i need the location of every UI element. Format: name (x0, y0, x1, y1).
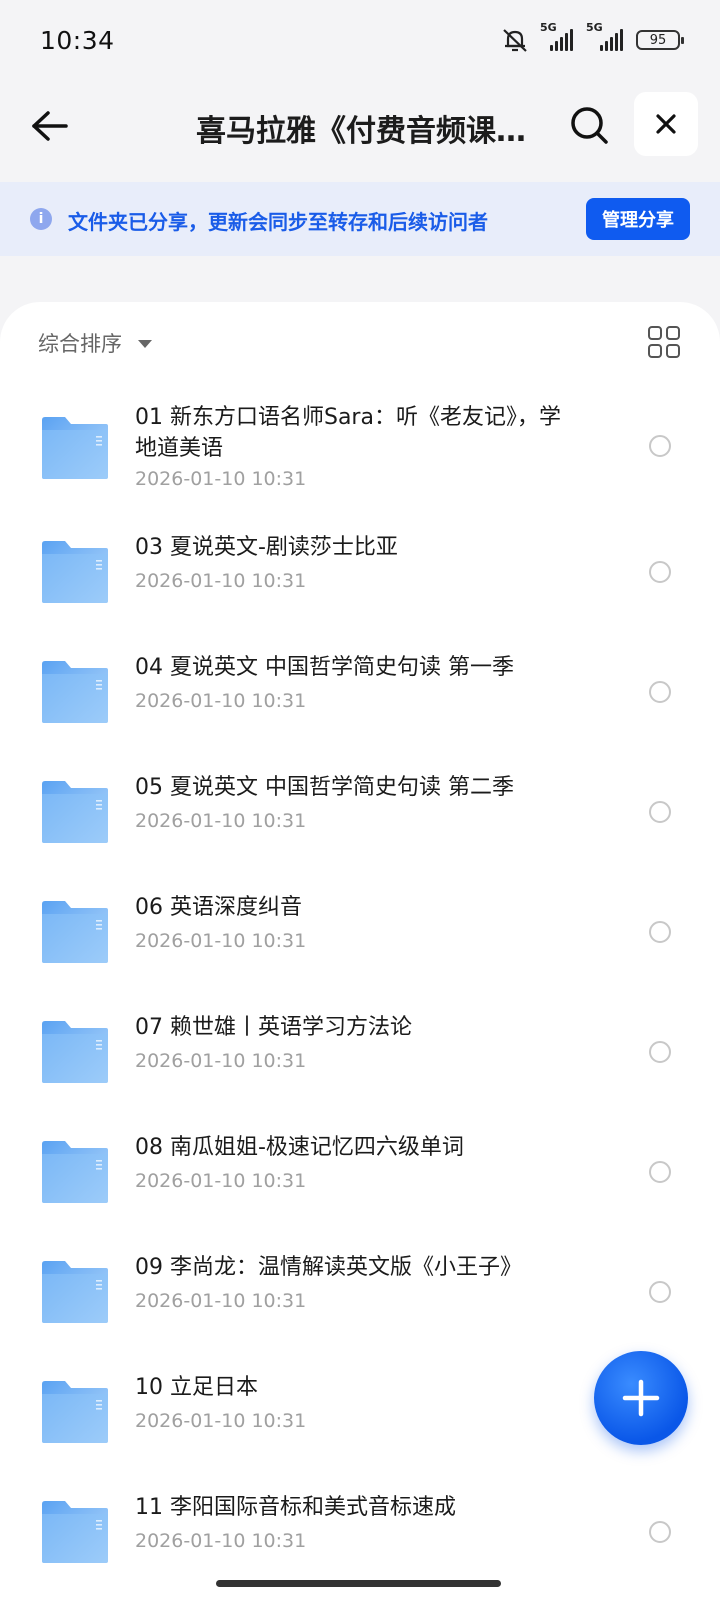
folder-icon (42, 541, 108, 603)
select-radio[interactable] (649, 1521, 671, 1543)
folder-icon (42, 661, 108, 723)
home-indicator (216, 1580, 501, 1587)
file-date: 2026-01-10 10:31 (135, 468, 307, 490)
header: 喜马拉雅《付费音频课… (0, 88, 720, 164)
select-radio[interactable] (649, 1041, 671, 1063)
banner-text: 文件夹已分享，更新会同步至转存和后续访问者 (68, 210, 488, 234)
file-date: 2026-01-10 10:31 (135, 1290, 307, 1312)
folder-icon (42, 1381, 108, 1443)
select-radio[interactable] (649, 921, 671, 943)
caret-down-icon (138, 340, 152, 348)
list-item[interactable]: 01 新东方口语名师Sara：听《老友记》，学地道美语 2026-01-10 1… (0, 398, 720, 508)
file-date: 2026-01-10 10:31 (135, 1050, 307, 1072)
signal-1-icon: 5G (540, 21, 576, 51)
mute-bell-icon (503, 29, 527, 52)
grid-view-button[interactable] (648, 326, 680, 358)
status-icons: 5G 5G 95 (500, 21, 684, 53)
share-banner: i 文件夹已分享，更新会同步至转存和后续访问者 管理分享 (0, 182, 720, 256)
file-title: 03 夏说英文-剧读莎士比亚 (135, 535, 398, 560)
folder-icon (42, 1501, 108, 1563)
arrow-left-icon (32, 111, 68, 141)
status-time: 10:34 (40, 25, 115, 55)
plus-icon (622, 1379, 660, 1417)
file-date: 2026-01-10 10:31 (135, 690, 307, 712)
list-item[interactable]: 09 李尚龙：温情解读英文版《小王子》 2026-01-10 10:31 (0, 1252, 720, 1342)
file-date: 2026-01-10 10:31 (135, 930, 307, 952)
page-title: 喜马拉雅《付费音频课… (196, 114, 526, 149)
add-button[interactable] (594, 1351, 688, 1445)
select-radio[interactable] (649, 801, 671, 823)
search-button[interactable] (566, 102, 612, 148)
search-icon (571, 107, 608, 144)
file-title: 01 新东方口语名师Sara：听《老友记》，学地道美语 (135, 405, 561, 461)
select-radio[interactable] (649, 1161, 671, 1183)
list-item[interactable]: 04 夏说英文 中国哲学简史句读 第一季 2026-01-10 10:31 (0, 652, 720, 742)
file-title: 04 夏说英文 中国哲学简史句读 第一季 (135, 655, 514, 680)
close-button[interactable] (634, 92, 698, 156)
folder-icon (42, 1141, 108, 1203)
battery-level: 95 (649, 32, 667, 48)
list-item[interactable]: 07 赖世雄丨英语学习方法论 2026-01-10 10:31 (0, 1012, 720, 1102)
list-item[interactable]: 08 南瓜姐姐-极速记忆四六级单词 2026-01-10 10:31 (0, 1132, 720, 1222)
file-title: 09 李尚龙：温情解读英文版《小王子》 (135, 1255, 522, 1280)
file-title: 08 南瓜姐姐-极速记忆四六级单词 (135, 1135, 464, 1160)
file-title: 05 夏说英文 中国哲学简史句读 第二季 (135, 775, 514, 800)
file-date: 2026-01-10 10:31 (135, 1410, 307, 1432)
sort-dropdown[interactable]: 综合排序 (38, 328, 152, 358)
select-radio[interactable] (649, 561, 671, 583)
close-icon (656, 114, 676, 134)
signal-2-icon: 5G (586, 21, 626, 51)
select-radio[interactable] (649, 681, 671, 703)
list-item[interactable]: 11 李阳国际音标和美式音标速成 2026-01-10 10:31 (0, 1492, 720, 1582)
list-item[interactable]: 03 夏说英文-剧读莎士比亚 2026-01-10 10:31 (0, 532, 720, 622)
file-title: 10 立足日本 (135, 1375, 258, 1400)
back-button[interactable] (28, 104, 72, 148)
file-title: 11 李阳国际音标和美式音标速成 (135, 1495, 456, 1520)
select-radio[interactable] (649, 1281, 671, 1303)
folder-icon (42, 901, 108, 963)
file-title: 06 英语深度纠音 (135, 895, 302, 920)
battery-icon: 95 (636, 30, 684, 50)
file-title: 07 赖世雄丨英语学习方法论 (135, 1015, 412, 1040)
grid-view-icon (648, 326, 662, 340)
list-item[interactable]: 06 英语深度纠音 2026-01-10 10:31 (0, 892, 720, 982)
list-item[interactable]: 05 夏说英文 中国哲学简史句读 第二季 2026-01-10 10:31 (0, 772, 720, 862)
file-date: 2026-01-10 10:31 (135, 1530, 307, 1552)
file-date: 2026-01-10 10:31 (135, 1170, 307, 1192)
sort-label: 综合排序 (38, 332, 122, 356)
select-radio[interactable] (649, 435, 671, 457)
file-date: 2026-01-10 10:31 (135, 810, 307, 832)
folder-icon (42, 1021, 108, 1083)
folder-icon (42, 781, 108, 843)
file-date: 2026-01-10 10:31 (135, 570, 307, 592)
folder-icon (42, 417, 108, 479)
manage-share-button[interactable]: 管理分享 (586, 198, 690, 240)
folder-icon (42, 1261, 108, 1323)
status-bar: 10:34 5G 5G 95 (0, 0, 720, 80)
info-icon: i (30, 208, 52, 230)
